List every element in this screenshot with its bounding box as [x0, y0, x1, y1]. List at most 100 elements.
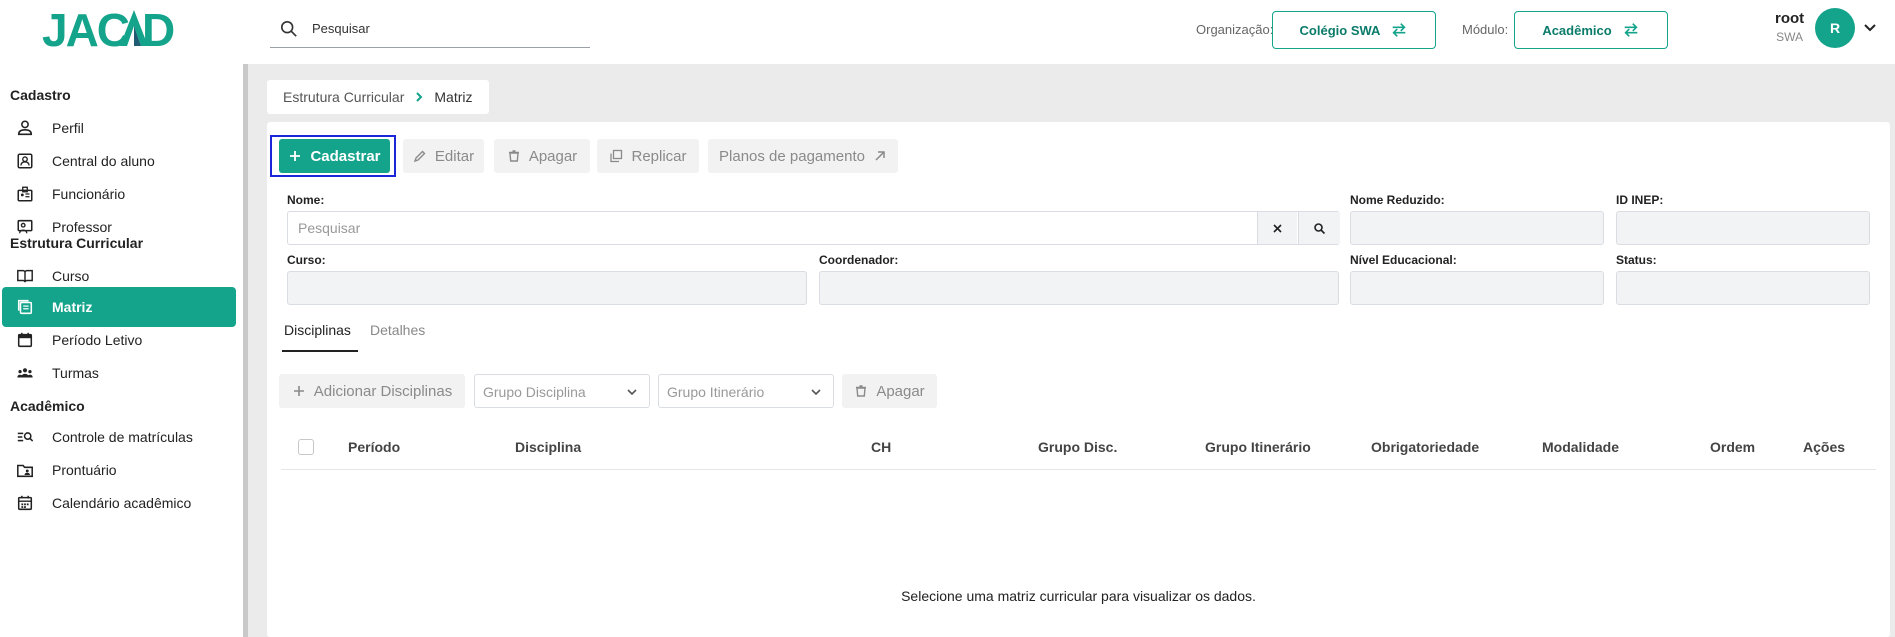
id-inep-field[interactable] — [1616, 211, 1870, 245]
column-obrigatoriedade[interactable]: Obrigatoriedade — [1371, 439, 1479, 455]
close-icon — [1273, 223, 1282, 233]
active-tab-indicator — [282, 350, 358, 352]
nome-label: Nome: — [287, 193, 325, 207]
clear-button[interactable] — [1257, 212, 1297, 244]
organization-label: Organização: — [1196, 22, 1274, 37]
coordenador-label: Coordenador: — [819, 253, 899, 267]
select-all-checkbox[interactable] — [298, 439, 314, 455]
column-ch[interactable]: CH — [871, 439, 891, 455]
breadcrumb-parent[interactable]: Estrutura Curricular — [283, 89, 404, 105]
replicar-button[interactable]: Replicar — [597, 139, 699, 173]
sidebar-section-title: Estrutura Curricular — [10, 235, 144, 251]
grupo-itinerario-placeholder: Grupo Itinerário — [667, 384, 765, 400]
column-periodo[interactable]: Período — [348, 439, 400, 455]
sidebar-item-label: Controle de matrículas — [52, 429, 193, 445]
user-name: root — [1775, 10, 1805, 27]
folder-person-icon — [15, 460, 35, 480]
svg-text:D: D — [142, 4, 174, 56]
editar-button[interactable]: Editar — [403, 139, 484, 173]
search-button[interactable] — [1298, 212, 1340, 244]
curso-label: Curso: — [287, 253, 326, 267]
column-grupo-disc[interactable]: Grupo Disc. — [1038, 439, 1117, 455]
column-ordem[interactable]: Ordem — [1710, 439, 1755, 455]
copy-icon — [610, 149, 623, 163]
grupo-itinerario-select[interactable]: Grupo Itinerário — [658, 374, 834, 408]
column-disciplina[interactable]: Disciplina — [515, 439, 581, 455]
sidebar-item-label: Perfil — [52, 120, 84, 136]
sidebar-item-label: Curso — [52, 268, 90, 284]
editar-label: Editar — [434, 147, 475, 165]
sidebar-item-label: Período Letivo — [52, 332, 143, 348]
module-value: Acadêmico — [1542, 22, 1612, 38]
swap-icon — [1392, 23, 1406, 37]
focus-highlight — [270, 135, 396, 177]
sidebar-item-turmas[interactable]: Turmas — [2, 353, 236, 393]
nome-input[interactable]: Pesquisar — [287, 211, 1340, 245]
avatar[interactable]: R — [1815, 8, 1855, 48]
sidebar: Cadastro Perfil Central do aluno Funcion… — [0, 64, 240, 637]
sidebar-item-label: Funcionário — [52, 186, 126, 202]
search-placeholder: Pesquisar — [312, 21, 370, 36]
search-icon — [1314, 222, 1326, 234]
coordenador-field[interactable] — [819, 271, 1339, 305]
sidebar-item-label: Professor — [52, 219, 112, 235]
sidebar-item-label: Matriz — [52, 299, 93, 315]
apagar-disciplina-button[interactable]: Apagar — [842, 374, 937, 408]
person-icon — [15, 118, 35, 138]
column-grupo-itinerario[interactable]: Grupo Itinerário — [1205, 439, 1311, 455]
empty-state-message: Selecione uma matriz curricular para vis… — [901, 588, 1256, 604]
top-header: JAC D Pesquisar Organização: Colégio SWA… — [0, 0, 1895, 64]
apagar-button[interactable]: Apagar — [494, 139, 590, 173]
nivel-educacional-label: Nível Educacional: — [1350, 253, 1457, 267]
chevron-down-icon[interactable] — [1862, 20, 1878, 36]
chevron-down-icon — [627, 389, 637, 396]
tab-disciplinas[interactable]: Disciplinas — [284, 322, 351, 338]
planos-label: Planos de pagamento — [719, 147, 865, 165]
status-field[interactable] — [1616, 271, 1870, 305]
tab-detalhes[interactable]: Detalhes — [370, 322, 425, 338]
sidebar-item-label: Central do aluno — [52, 153, 155, 169]
swap-icon — [1624, 23, 1638, 37]
trash-icon — [856, 385, 867, 397]
chevron-down-icon — [811, 389, 821, 396]
trash-icon — [508, 150, 519, 162]
replicar-label: Replicar — [631, 147, 687, 165]
module-label: Módulo: — [1462, 22, 1509, 37]
id-inep-label: ID INEP: — [1616, 193, 1664, 207]
jacad-logo[interactable]: JAC D — [42, 4, 202, 56]
sidebar-item-label: Calendário acadêmico — [52, 495, 192, 511]
grupo-disciplina-placeholder: Grupo Disciplina — [483, 384, 586, 400]
global-search[interactable]: Pesquisar — [270, 10, 590, 48]
adicionar-disciplinas-button[interactable]: Adicionar Disciplinas — [279, 374, 465, 408]
table-header-divider — [281, 469, 1876, 470]
sidebar-item-label: Turmas — [52, 365, 99, 381]
curso-field[interactable] — [287, 271, 807, 305]
nome-reduzido-field[interactable] — [1350, 211, 1604, 245]
sidebar-section-title: Acadêmico — [10, 398, 85, 414]
nivel-educacional-field[interactable] — [1350, 271, 1604, 305]
sidebar-item-calendario-academico[interactable]: Calendário acadêmico — [2, 483, 236, 523]
book-open-icon — [15, 266, 35, 286]
nome-placeholder: Pesquisar — [298, 220, 361, 236]
search-list-icon — [15, 427, 35, 447]
teacher-icon — [15, 217, 35, 237]
column-modalidade[interactable]: Modalidade — [1542, 439, 1619, 455]
module-switch-button[interactable]: Acadêmico — [1514, 11, 1668, 49]
student-card-icon — [15, 151, 35, 171]
matrix-icon — [15, 297, 35, 317]
sidebar-section-title: Cadastro — [10, 87, 71, 103]
grupo-disciplina-select[interactable]: Grupo Disciplina — [474, 374, 650, 408]
calendar-grid-icon — [15, 493, 35, 513]
user-organization: SWA — [1776, 30, 1803, 44]
organization-value: Colégio SWA — [1299, 22, 1381, 38]
breadcrumb: Estrutura Curricular Matriz — [267, 80, 489, 114]
svg-text:JAC: JAC — [42, 4, 129, 56]
sidebar-item-label: Prontuário — [52, 462, 117, 478]
organization-switch-button[interactable]: Colégio SWA — [1272, 11, 1436, 49]
planos-de-pagamento-button[interactable]: Planos de pagamento — [708, 139, 898, 173]
pencil-icon — [413, 150, 426, 163]
apagar-label: Apagar — [528, 147, 578, 165]
plus-icon — [293, 386, 304, 396]
column-acoes: Ações — [1803, 439, 1846, 455]
adicionar-disciplinas-label: Adicionar Disciplinas — [313, 382, 453, 400]
